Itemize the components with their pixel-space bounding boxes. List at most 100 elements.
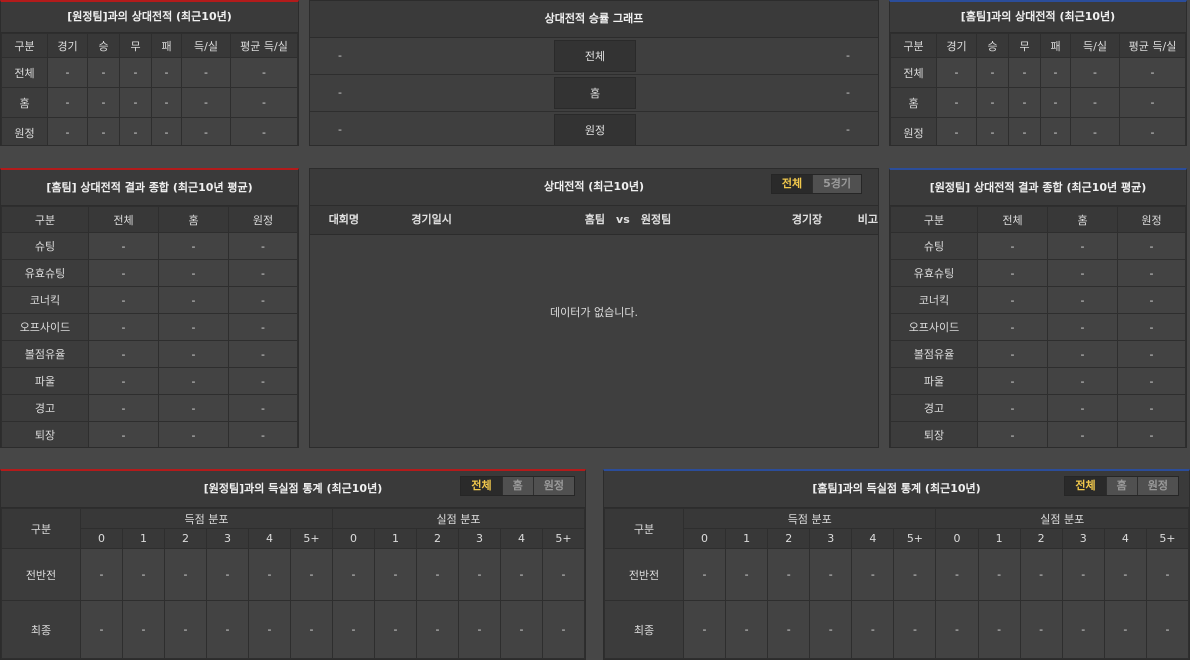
table-row: 유효슈팅 - - -	[1, 259, 298, 287]
tab-all[interactable]: 전체	[461, 477, 503, 495]
cell: -	[181, 117, 231, 145]
graph-row-total: - 전체 -	[310, 38, 878, 75]
cell: -	[88, 232, 159, 260]
tab-away[interactable]: 원정	[534, 477, 574, 495]
home-stats-panel: [홈팀] 상대전적 결과 종합 (최근10년 평균) 구분 전체 홈 원정 슈팅…	[0, 168, 299, 448]
header-games: 경기	[936, 33, 977, 58]
row-label: 경고	[890, 394, 978, 422]
cell: -	[1119, 87, 1186, 118]
bucket-0: 0	[682, 528, 727, 549]
match-history-title: 상대전적 (최근10년) 전체 5경기	[310, 169, 878, 206]
tab-all[interactable]: 전체	[1065, 477, 1107, 495]
match-history-title-text: 상대전적 (최근10년)	[543, 180, 645, 193]
away-goals-title: [원정팀]과의 득실점 통계 (최근10년) 전체 홈 원정	[1, 471, 585, 508]
bucket-5plus: 5+	[542, 528, 585, 549]
row-label: 볼점유율	[1, 340, 89, 368]
cell: -	[977, 340, 1048, 368]
row-label: 원정	[890, 117, 937, 145]
cell: -	[181, 57, 231, 88]
row-label: 슈팅	[1, 232, 89, 260]
header-conceded: 실점 분포	[935, 508, 1189, 529]
table-row: 오프사이드 - - -	[890, 313, 1186, 341]
cell: -	[228, 259, 298, 287]
tab-away[interactable]: 원정	[1138, 477, 1178, 495]
header-home: 홈	[1047, 206, 1118, 233]
cell: -	[122, 548, 165, 601]
cell: -	[416, 600, 459, 659]
cell: -	[1008, 87, 1041, 118]
header-scored: 득점 분포	[80, 508, 333, 529]
graph-row-label: 원정	[554, 114, 636, 145]
cell: -	[977, 421, 1048, 447]
cell: -	[151, 87, 182, 118]
table-row: 슈팅 - - -	[1, 232, 298, 260]
table-row: 최종 - - - - - - - - - - - -	[604, 600, 1189, 659]
col-date: 경기일시	[411, 213, 452, 226]
col-competition: 대회명	[328, 213, 360, 226]
row-label: 코너킥	[890, 286, 978, 314]
cell: -	[1117, 259, 1186, 287]
bucket-5plus: 5+	[893, 528, 937, 549]
header-category: 구분	[1, 508, 81, 549]
table-row: 경고 - - -	[890, 394, 1186, 422]
header-goals: 득/실	[181, 33, 231, 58]
cell: -	[47, 57, 88, 88]
graph-right-value: -	[846, 86, 850, 99]
cell: -	[228, 367, 298, 395]
cell: -	[1061, 600, 1105, 659]
away-goals-title-text: [원정팀]과의 득실점 통계 (최근10년)	[203, 482, 383, 495]
cell: -	[332, 600, 375, 659]
table-row: 원정 - - - - - -	[1, 117, 298, 145]
cell: -	[936, 57, 977, 88]
row-label: 전체	[890, 57, 937, 88]
row-label: 오프사이드	[890, 313, 978, 341]
tab-home[interactable]: 홈	[503, 477, 534, 495]
cell: -	[88, 421, 159, 447]
cell: -	[1117, 232, 1186, 260]
cell: -	[936, 117, 977, 145]
away-goals-tabs: 전체 홈 원정	[460, 476, 575, 496]
away-stats-table: 구분 전체 홈 원정 슈팅 - - - 유효슈팅 - - - 코너킥 - - - 오프사이드 - - -…	[890, 206, 1186, 447]
cell: -	[87, 57, 120, 88]
home-summary-panel: [홈팀]과의 상대전적 (최근10년) 구분 경기 승 무 패 득/실 평균 득…	[889, 0, 1187, 146]
cell: -	[1103, 548, 1147, 601]
row-label: 퇴장	[1, 421, 89, 447]
cell: -	[1047, 367, 1118, 395]
graph-row-label: 전체	[554, 40, 636, 72]
graph-row-away: - 원정 -	[310, 112, 878, 145]
row-label: 최종	[1, 600, 81, 659]
header-total: 전체	[88, 206, 159, 233]
bucket-5plus: 5+	[290, 528, 333, 549]
row-label: 파울	[1, 367, 89, 395]
cell: -	[206, 600, 249, 659]
row-label: 경고	[1, 394, 89, 422]
cell: -	[935, 600, 979, 659]
header-scored: 득점 분포	[682, 508, 937, 529]
cell: -	[1117, 340, 1186, 368]
header-category: 구분	[1, 33, 48, 58]
cell: -	[1070, 87, 1120, 118]
tab-all[interactable]: 전체	[771, 175, 814, 193]
row-label: 전반전	[604, 548, 684, 601]
row-label: 볼점유율	[890, 340, 978, 368]
cell: -	[1047, 259, 1118, 287]
cell: -	[158, 286, 229, 314]
row-label: 파울	[890, 367, 978, 395]
cell: -	[1061, 548, 1105, 601]
bucket-3: 3	[206, 528, 249, 549]
tab-home[interactable]: 홈	[1107, 477, 1138, 495]
empty-message: 데이터가 없습니다.	[550, 306, 638, 319]
cell: -	[458, 548, 501, 601]
header-draws: 무	[1008, 33, 1041, 58]
table-row: 전반전 - - - - - - - - - - - -	[604, 548, 1189, 601]
header-wins: 승	[87, 33, 120, 58]
away-stats-title: [원정팀] 상대전적 결과 종합 (최근10년 평균)	[890, 170, 1186, 206]
cell: -	[682, 548, 727, 601]
tab-5-games[interactable]: 5경기	[813, 175, 861, 193]
cell: -	[976, 117, 1009, 145]
cell: -	[1047, 232, 1118, 260]
cell: -	[122, 600, 165, 659]
row-label: 원정	[1, 117, 48, 145]
cell: -	[1047, 313, 1118, 341]
table-row: 파울 - - -	[1, 367, 298, 395]
